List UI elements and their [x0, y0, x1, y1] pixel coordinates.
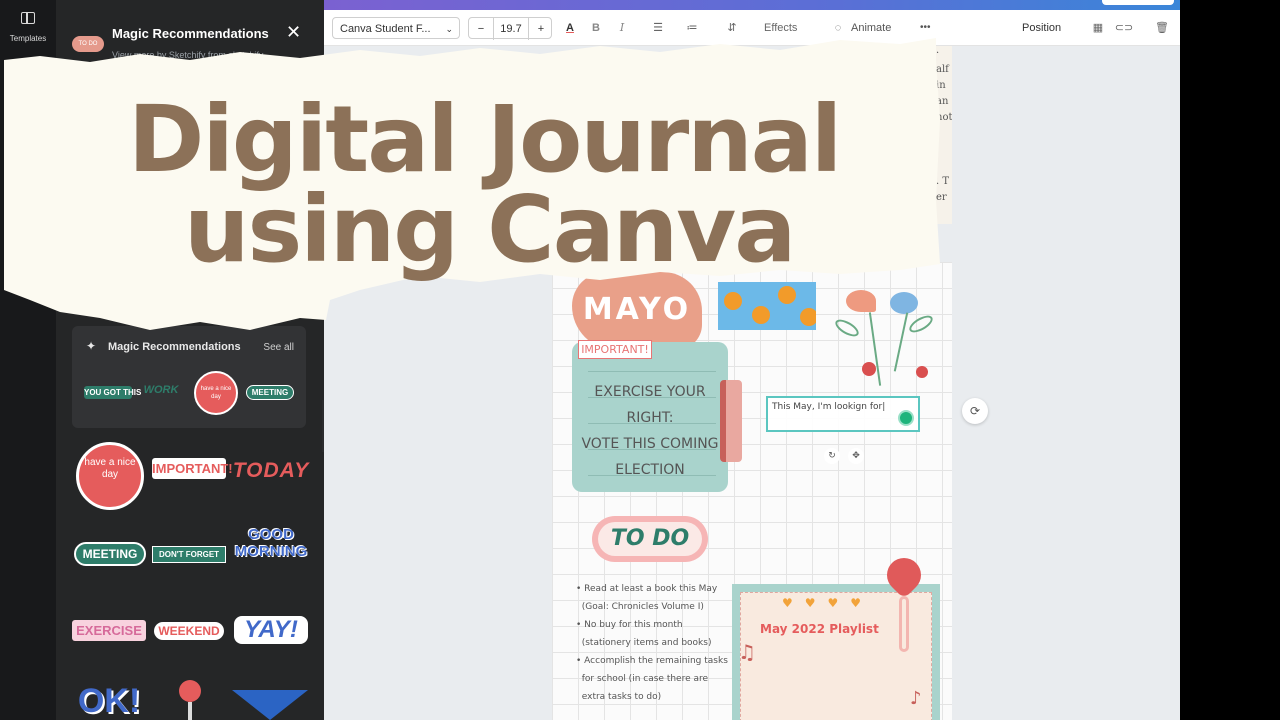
banner-title-line-2: using Canva: [184, 176, 796, 283]
